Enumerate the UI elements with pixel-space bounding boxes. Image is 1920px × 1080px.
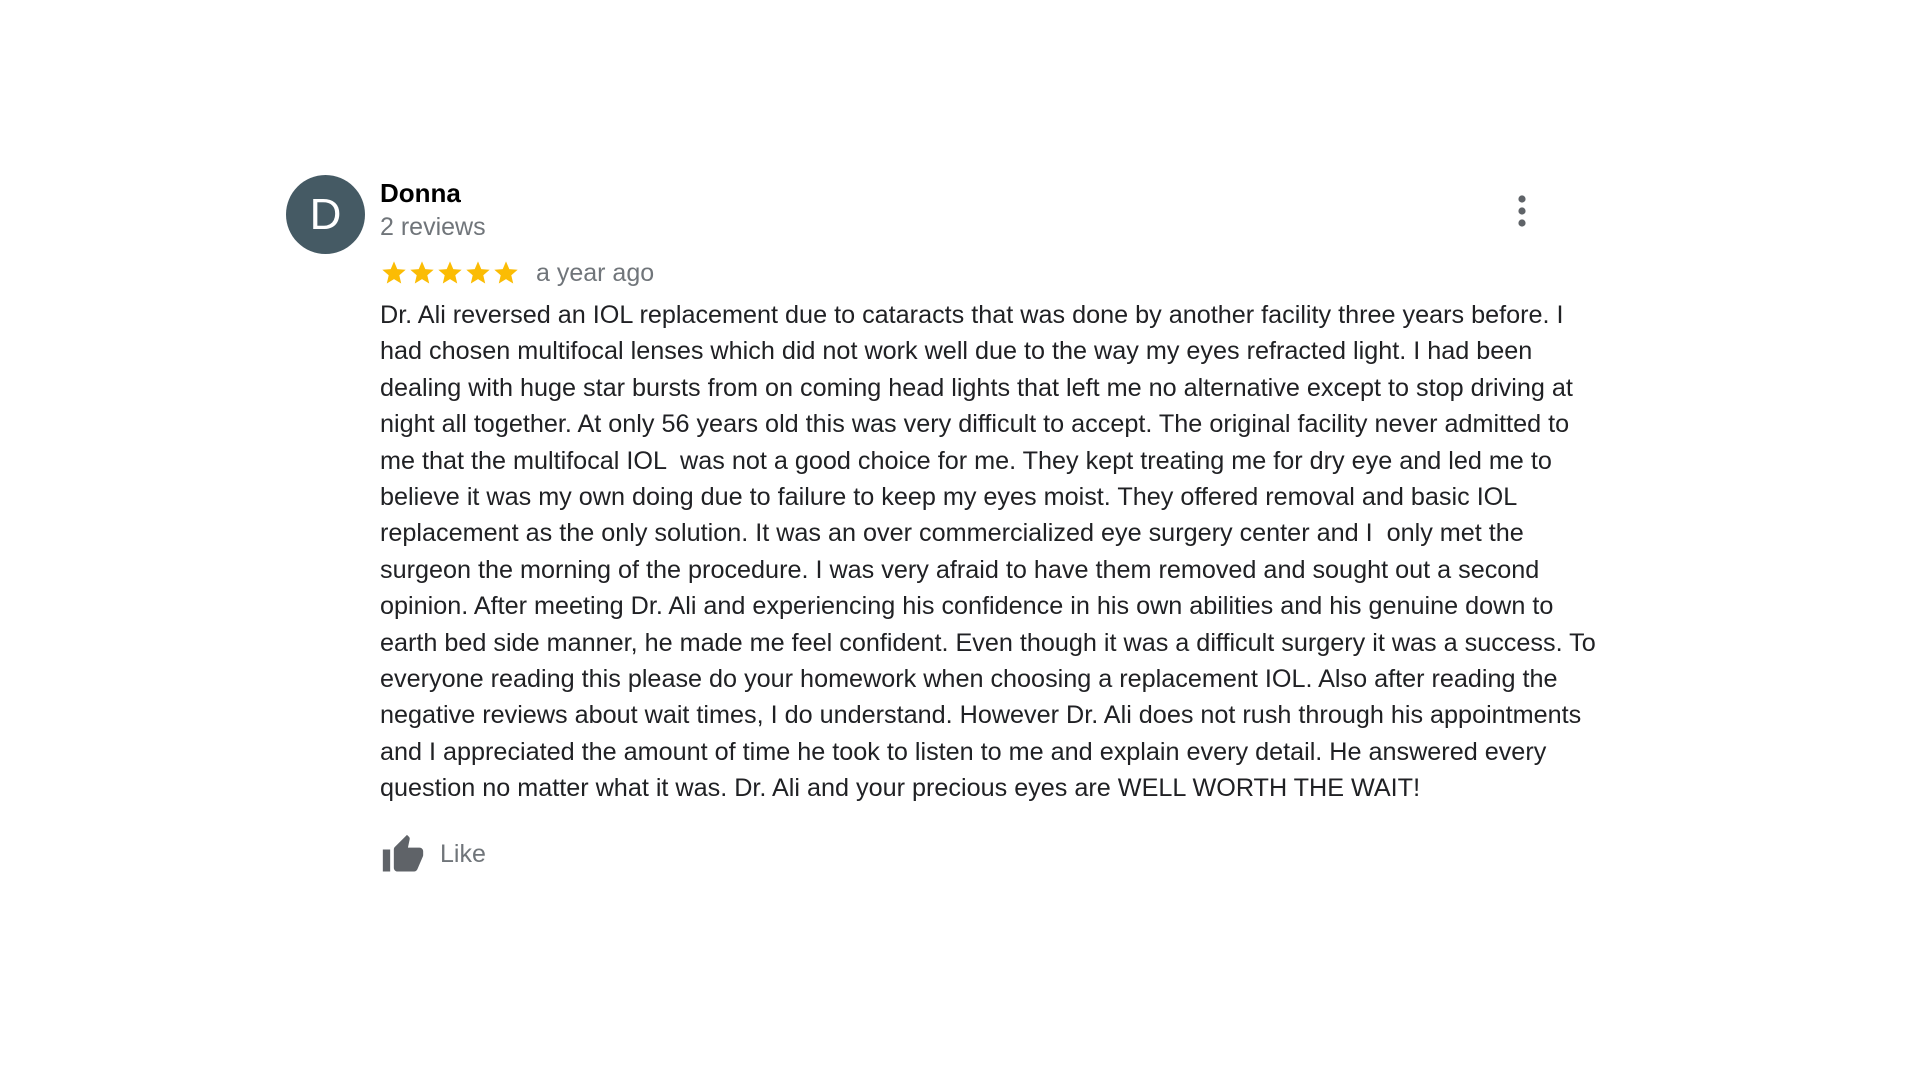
star-icon: [466, 261, 490, 284]
rating-row: a year ago: [380, 255, 1586, 291]
more-vert-icon: [1518, 195, 1526, 227]
star-icon: [410, 261, 434, 284]
review-text: Dr. Ali reversed an IOL replacement due …: [380, 301, 1603, 803]
review-time: a year ago: [536, 259, 655, 287]
like-button[interactable]: Like: [380, 831, 1586, 879]
more-options-button[interactable]: [1502, 191, 1542, 231]
author-review-count[interactable]: 2 reviews: [380, 211, 1586, 243]
review-content: Donna 2 reviews a year ago Dr. Ali rever…: [380, 175, 1596, 879]
avatar-initial: D: [309, 190, 342, 239]
star-rating: [380, 259, 520, 287]
avatar[interactable]: D: [286, 175, 365, 254]
star-icon: [382, 261, 406, 284]
thumbs-up-icon: [382, 834, 424, 872]
like-label: Like: [440, 840, 486, 869]
star-icon: [494, 261, 518, 284]
author-name[interactable]: Donna: [380, 177, 1586, 209]
star-icon: [438, 261, 462, 284]
